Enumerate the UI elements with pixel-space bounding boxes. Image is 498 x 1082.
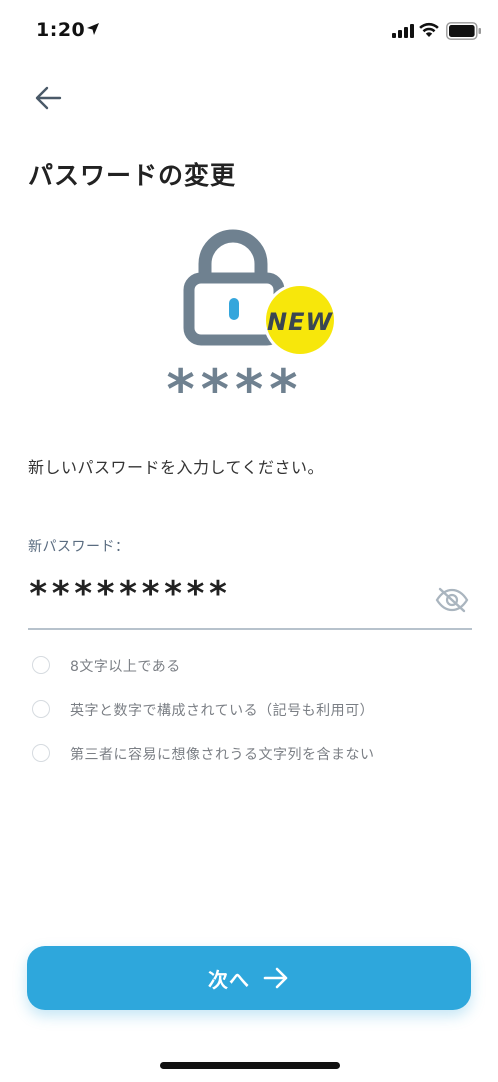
lock-illustration: NEW ****	[167, 229, 337, 412]
status-bar: 1:20	[0, 0, 498, 60]
new-badge-text: NEW	[267, 308, 333, 336]
wifi-icon	[419, 22, 439, 37]
home-indicator	[160, 1062, 340, 1069]
new-password-label: 新パスワード：	[28, 539, 130, 555]
rule-item: 8文字以上である	[32, 652, 472, 696]
password-rules: 8文字以上である 英字と数字で構成されている（記号も利用可） 第三者に容易に想像…	[32, 652, 472, 784]
rule-item: 第三者に容易に想像されうる文字列を含まない	[32, 740, 472, 784]
rule-check-icon	[32, 744, 50, 762]
arrow-right-icon	[263, 967, 288, 989]
rule-text: 第三者に容易に想像されうる文字列を含まない	[70, 747, 375, 763]
rule-text: 英字と数字で構成されている（記号も利用可）	[70, 703, 375, 719]
password-value: *********	[28, 574, 231, 614]
new-password-input[interactable]: *********	[28, 570, 472, 630]
battery-icon	[446, 22, 481, 40]
password-visibility-toggle[interactable]	[434, 586, 470, 614]
password-mask: ****	[167, 358, 304, 412]
location-arrow-icon	[87, 23, 99, 35]
next-button-label: 次へ	[208, 967, 250, 992]
rule-item: 英字と数字で構成されている（記号も利用可）	[32, 696, 472, 740]
page-title: パスワードの変更	[28, 161, 237, 190]
next-button[interactable]: 次へ	[27, 946, 471, 1010]
rule-check-icon	[32, 700, 50, 718]
arrow-left-icon	[35, 86, 62, 110]
instruction-text: 新しいパスワードを入力してください。	[28, 458, 325, 477]
back-button[interactable]	[30, 80, 66, 116]
rule-check-icon	[32, 656, 50, 674]
status-time: 1:20	[36, 19, 86, 41]
cellular-signal-icon	[392, 24, 414, 38]
eye-slash-icon	[435, 587, 469, 613]
keyhole	[229, 298, 239, 320]
rule-text: 8文字以上である	[70, 659, 181, 675]
